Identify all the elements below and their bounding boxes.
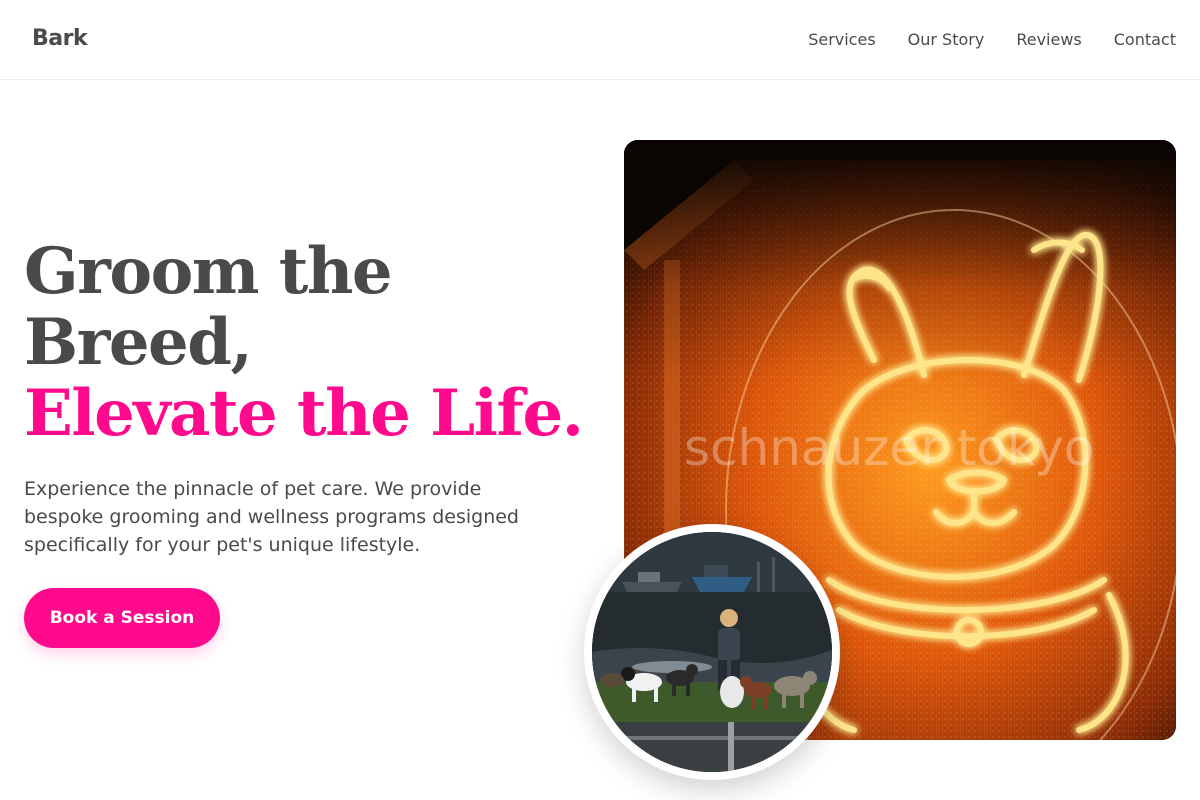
nav-link-reviews[interactable]: Reviews [1016,30,1081,49]
nav-link-services[interactable]: Services [808,30,875,49]
dog-walker-illustration [592,532,832,772]
hero-headline: Groom the Breed, Elevate the Life. [24,236,584,449]
main-nav: Services Our Story Reviews Contact [808,30,1176,49]
nav-link-our-story[interactable]: Our Story [908,30,985,49]
hero-copy: Groom the Breed, Elevate the Life. Exper… [24,236,584,559]
hero-description: Experience the pinnacle of pet care. We … [24,478,519,556]
book-session-button[interactable]: Book a Session [24,588,220,648]
headline-line-1: Groom the [24,234,393,309]
main-photo-watermark: schnauzer tokyo [684,419,1094,477]
headline-accent: Elevate the Life. [24,376,584,451]
top-navigation-bar: Bark Services Our Story Reviews Contact [0,0,1200,80]
dog-walker-photo [592,532,832,772]
nav-link-contact[interactable]: Contact [1114,30,1176,49]
headline-line-2: Breed, [24,305,253,380]
dog-walker-photo-frame [584,524,840,780]
brand-logo[interactable]: Bark [32,26,88,51]
